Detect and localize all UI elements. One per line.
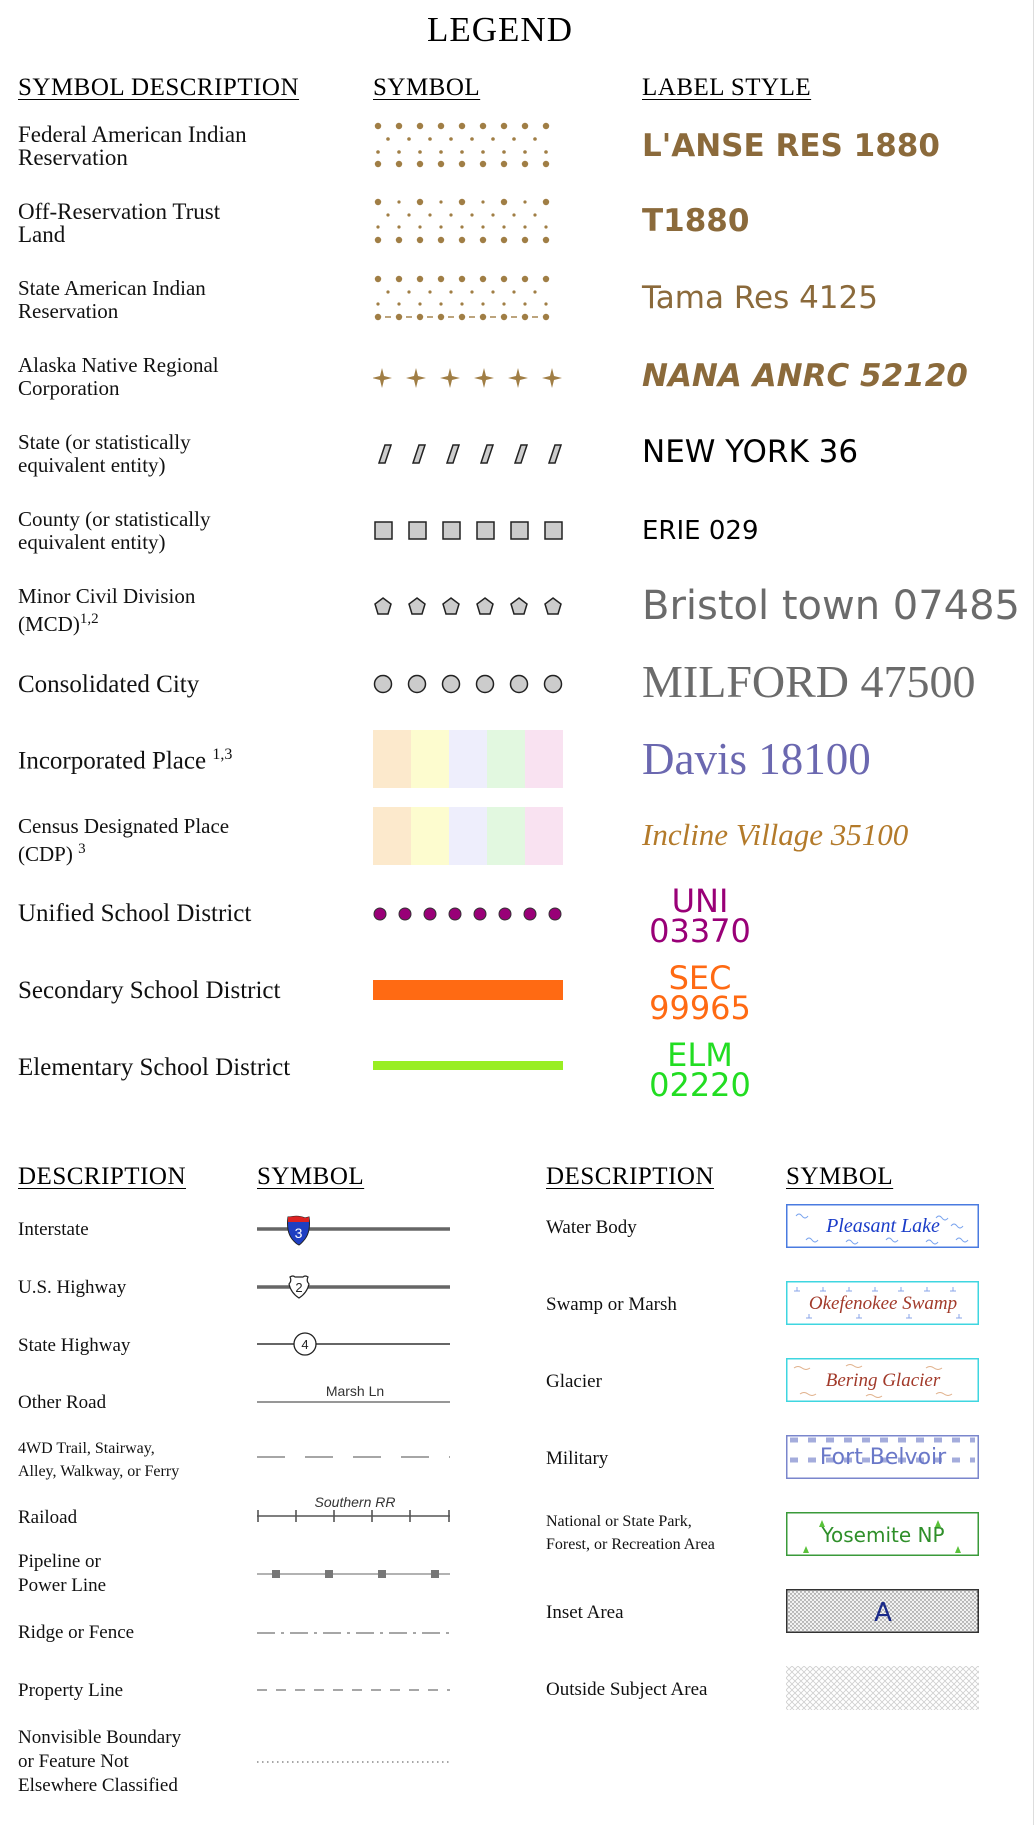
symbol-federal-air [373,121,555,169]
header-symbol-description: SYMBOL DESCRIPTION [18,74,300,101]
glacier-label: Bering Glacier [826,1370,941,1391]
entity-description-secondary-school: Secondary School District [18,977,281,1004]
label-style-consolidated-city: MILFORD 47500 [642,656,976,707]
entity-description-unified-school: Unified School District [18,900,252,927]
header-right-description: DESCRIPTION [546,1163,715,1190]
label-style-state-air: Tama Res 4125 [642,280,878,316]
road-description-us-highway: U.S. Highway [18,1277,127,1298]
water-body-label: Pleasant Lake [825,1215,940,1237]
header-label-style: LABEL STYLE [642,74,812,101]
swamp-label: Okefenokee Swamp [809,1293,957,1314]
road-description-nonvisible: Nonvisible Boundary or Feature Not Elsewhe… [18,1727,182,1796]
feature-description-inset: Inset Area [546,1602,624,1623]
symbol-cdp [373,807,563,865]
symbol-interstate: 3 [257,1214,452,1248]
symbol-county [373,520,563,542]
legend-title: LEGEND [427,10,573,49]
feature-description-military: Military [546,1448,609,1469]
feature-description-water: Water Body [546,1217,637,1238]
symbol-unified-school [373,906,563,922]
label-style-anrc: NANA ANRC 52120 [642,358,968,394]
label-style-secondary-school: SEC 99965 [649,959,751,1027]
label-style-mcd: Bristol town 07485 [642,583,1021,629]
symbol-incorporated-place [373,730,563,788]
road-description-pipeline: Pipeline or Power Line [18,1551,107,1596]
label-style-elementary-school: ELM 02220 [649,1036,751,1104]
symbol-state [373,443,563,465]
symbol-pipeline [257,1567,452,1581]
entity-description-county: County (or statistically equivalent entit… [18,507,211,554]
feature-description-swamp: Swamp or Marsh [546,1294,677,1315]
header-left-symbol: SYMBOL [257,1163,365,1190]
inset-area-label: A [874,1598,892,1628]
entity-description-mcd: Minor Civil Division (MCD)1,2 [18,584,196,636]
feature-description-glacier: Glacier [546,1371,602,1392]
label-style-trust-land: T1880 [642,203,750,239]
header-left-description: DESCRIPTION [18,1163,187,1190]
symbol-trust-land [373,197,555,245]
symbol-consolidated-city [373,673,563,695]
feature-description-outside-area: Outside Subject Area [546,1679,708,1700]
symbol-mcd [373,596,563,618]
label-style-unified-school: UNI 03370 [649,882,751,950]
entity-description-consolidated-city: Consolidated City [18,671,200,698]
entity-description-cdp: Census Designated Place (CDP) 3 [18,814,230,866]
state-highway-shield-number: 4 [301,1337,308,1352]
entity-description-trust-land: Off-Reservation Trust Land [18,199,221,247]
entity-description-state-air: State American Indian Reservation [18,276,206,323]
feature-description-park: National or State Park, Forest, or Recrea… [546,1513,715,1553]
road-description-property: Property Line [18,1680,124,1701]
symbol-state-air [373,274,555,322]
symbol-military: Fort Belvoir [786,1435,979,1479]
symbol-state-highway: 4 [257,1330,452,1360]
road-description-trail: 4WD Trail, Stairway, Alley, Walkway, or F… [18,1440,180,1480]
us-highway-shield-number: 2 [295,1280,302,1295]
symbol-railroad: Southern RR [257,1494,452,1524]
symbol-property [257,1685,452,1695]
symbol-glacier: Bering Glacier [786,1358,979,1402]
symbol-swamp: Okefenokee Swamp [786,1281,979,1325]
symbol-us-highway: 2 [257,1273,452,1303]
other-road-label: Marsh Ln [326,1383,384,1399]
symbol-water-body: Pleasant Lake [786,1204,979,1248]
entity-description-incorporated-place: Incorporated Place 1,3 [18,746,233,775]
road-description-ridge: Ridge or Fence [18,1622,135,1643]
interstate-shield-number: 3 [295,1225,303,1241]
symbol-ridge [257,1628,452,1638]
military-label: Fort Belvoir [820,1445,947,1470]
header-symbol: SYMBOL [373,74,481,101]
railroad-label: Southern RR [315,1494,396,1510]
entity-description-federal-air: Federal American Indian Reservation [18,122,247,170]
symbol-secondary-school [373,980,563,1000]
park-label: Yosemite NP [820,1523,944,1547]
entity-description-anrc: Alaska Native Regional Corporation [18,353,219,400]
road-description-other-road: Other Road [18,1392,107,1413]
symbol-elementary-school [373,1061,563,1070]
symbol-park: Yosemite NP [786,1512,979,1556]
label-style-cdp: Incline Village 35100 [642,817,909,852]
header-right-symbol: SYMBOL [786,1163,894,1190]
entity-description-elementary-school: Elementary School District [18,1054,291,1081]
symbol-outside-subject-area [786,1666,979,1710]
symbol-nonvisible [257,1757,452,1767]
label-style-state: NEW YORK 36 [642,434,859,470]
road-description-railroad: Raiload [18,1507,78,1528]
label-style-federal-air: L'ANSE RES 1880 [642,128,940,164]
road-description-interstate: Interstate [18,1219,89,1240]
label-style-county: ERIE 029 [642,516,759,546]
entity-description-state: State (or statistically equivalent entity… [18,430,191,477]
symbol-anrc [373,366,563,390]
symbol-trail [257,1452,452,1462]
label-style-incorporated-place: Davis 18100 [642,734,871,784]
road-description-state-highway: State Highway [18,1335,131,1356]
symbol-other-road: Marsh Ln [257,1380,452,1406]
symbol-inset-area: A [786,1589,979,1633]
